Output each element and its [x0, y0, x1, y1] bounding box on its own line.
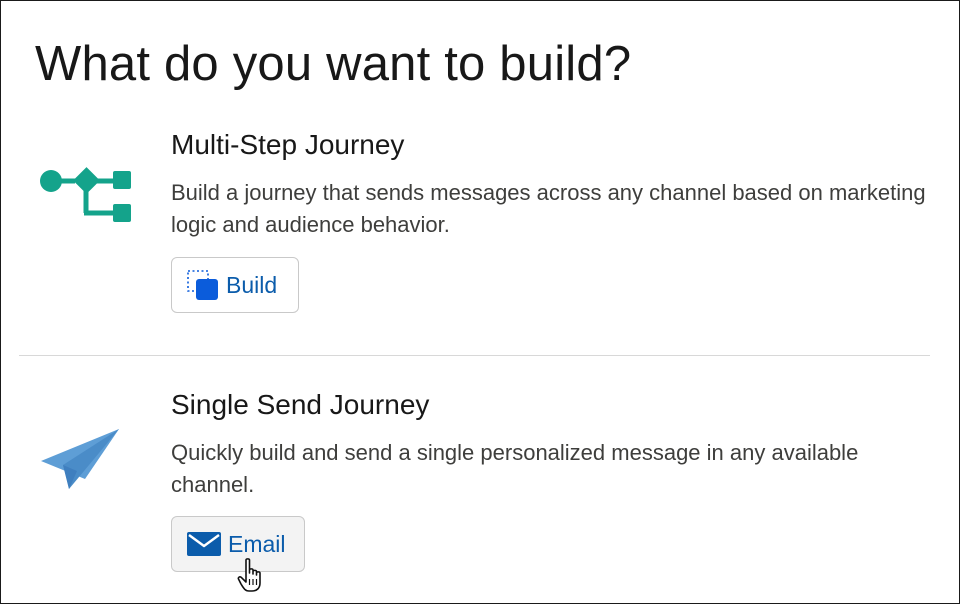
dialog-frame: What do you want to build? Multi-Step Jo… — [0, 0, 960, 604]
multi-step-journey-description: Build a journey that sends messages acro… — [171, 180, 926, 237]
multi-step-flow-icon — [40, 167, 131, 222]
build-button-label: Build — [226, 271, 278, 298]
hand-pointer-cursor-icon — [237, 558, 261, 592]
envelope-icon — [187, 532, 221, 556]
multi-step-journey-heading: Multi-Step Journey — [171, 129, 405, 160]
single-send-journey-heading: Single Send Journey — [171, 389, 430, 420]
build-button[interactable]: Build — [171, 257, 299, 313]
page-title: What do you want to build? — [35, 37, 632, 91]
canvas-build-icon — [187, 270, 218, 300]
email-button-label: Email — [228, 530, 286, 557]
single-send-journey-description: Quickly build and send a single personal… — [171, 440, 859, 497]
section-divider — [19, 355, 930, 356]
paper-plane-icon — [41, 429, 119, 489]
